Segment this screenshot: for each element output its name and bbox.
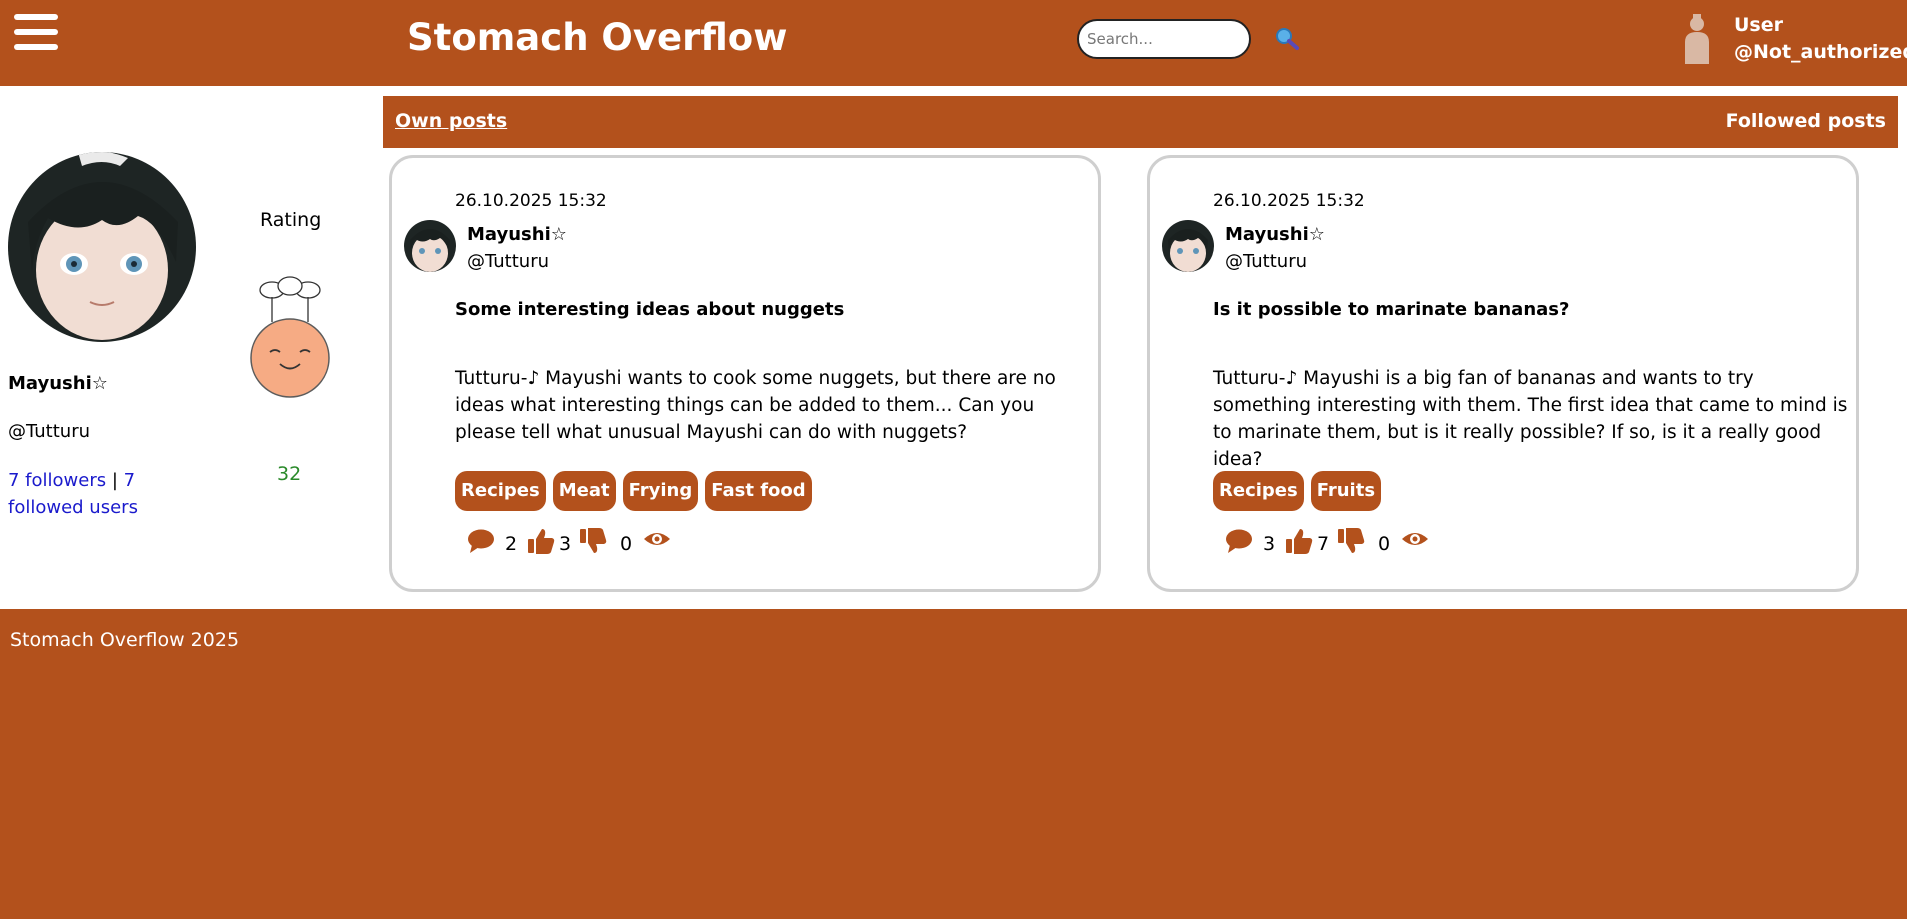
tag[interactable]: Meat: [552, 471, 616, 511]
thumbs-down-icon[interactable]: [1337, 527, 1365, 555]
profile-name: Mayushi☆: [8, 373, 108, 394]
tag[interactable]: Recipes: [455, 471, 546, 511]
menu-icon[interactable]: [14, 14, 58, 56]
thumbs-down-icon[interactable]: [579, 527, 607, 555]
post-card[interactable]: 26.10.2025 15:32 Mayushi☆ @Tutturu Some …: [389, 155, 1101, 592]
tag[interactable]: Fast food: [705, 471, 812, 511]
header: Stomach Overflow User @Not_authorized: [0, 0, 1907, 86]
user-handle[interactable]: @Not_authorized: [1734, 41, 1907, 63]
footer: Stomach Overflow 2025: [0, 609, 1907, 919]
tag[interactable]: Frying: [622, 471, 699, 511]
post-author-name[interactable]: Mayushi☆: [1225, 224, 1325, 245]
rating-label: Rating: [260, 209, 322, 231]
tag[interactable]: Fruits: [1310, 471, 1382, 511]
post-tags: Recipes Fruits: [1213, 471, 1382, 511]
user-icon[interactable]: [1680, 12, 1714, 64]
search-input[interactable]: [1077, 19, 1251, 59]
like-count: 7: [1317, 533, 1330, 555]
tag[interactable]: Recipes: [1213, 471, 1304, 511]
dislike-count: 0: [1378, 533, 1391, 555]
thumbs-up-icon[interactable]: [527, 527, 555, 555]
rating-value: 32: [277, 463, 302, 485]
tab-followed-posts[interactable]: Followed posts: [1726, 110, 1886, 132]
followers-link[interactable]: 7 followers: [8, 470, 106, 491]
chef-rating-icon: [250, 276, 330, 398]
post-author-avatar[interactable]: [1162, 220, 1214, 272]
eye-icon[interactable]: [643, 527, 671, 555]
post-author-avatar[interactable]: [404, 220, 456, 272]
thumbs-up-icon[interactable]: [1285, 527, 1313, 555]
post-card[interactable]: 26.10.2025 15:32 Mayushi☆ @Tutturu Is it…: [1147, 155, 1859, 592]
comment-count: 2: [505, 533, 518, 555]
eye-icon[interactable]: [1401, 527, 1429, 555]
user-label[interactable]: User: [1734, 14, 1783, 36]
post-title[interactable]: Is it possible to marinate bananas?: [1213, 299, 1569, 320]
tab-own-posts[interactable]: Own posts: [395, 110, 507, 132]
post-author-handle[interactable]: @Tutturu: [467, 251, 549, 272]
search-icon[interactable]: [1274, 26, 1300, 52]
comment-count: 3: [1263, 533, 1276, 555]
like-count: 3: [559, 533, 572, 555]
post-author-handle[interactable]: @Tutturu: [1225, 251, 1307, 272]
comment-icon[interactable]: [1225, 527, 1253, 555]
profile-avatar: [8, 152, 196, 342]
post-date: 26.10.2025 15:32: [1213, 191, 1365, 211]
post-title[interactable]: Some interesting ideas about nuggets: [455, 299, 844, 320]
follow-separator: |: [106, 470, 124, 491]
site-title[interactable]: Stomach Overflow: [407, 16, 787, 59]
posts-tabs: Own posts Followed posts: [383, 96, 1898, 148]
comment-icon[interactable]: [467, 527, 495, 555]
profile-handle: @Tutturu: [8, 421, 91, 442]
post-body: Tutturu-♪ Mayushi wants to cook some nug…: [455, 368, 1056, 443]
post-body: Tutturu-♪ Mayushi is a big fan of banana…: [1213, 368, 1848, 470]
follow-stats: 7 followers | 7 followed users: [8, 467, 168, 521]
dislike-count: 0: [620, 533, 633, 555]
post-date: 26.10.2025 15:32: [455, 191, 607, 211]
post-author-name[interactable]: Mayushi☆: [467, 224, 567, 245]
footer-text: Stomach Overflow 2025: [10, 629, 240, 651]
post-tags: Recipes Meat Frying Fast food: [455, 471, 812, 511]
